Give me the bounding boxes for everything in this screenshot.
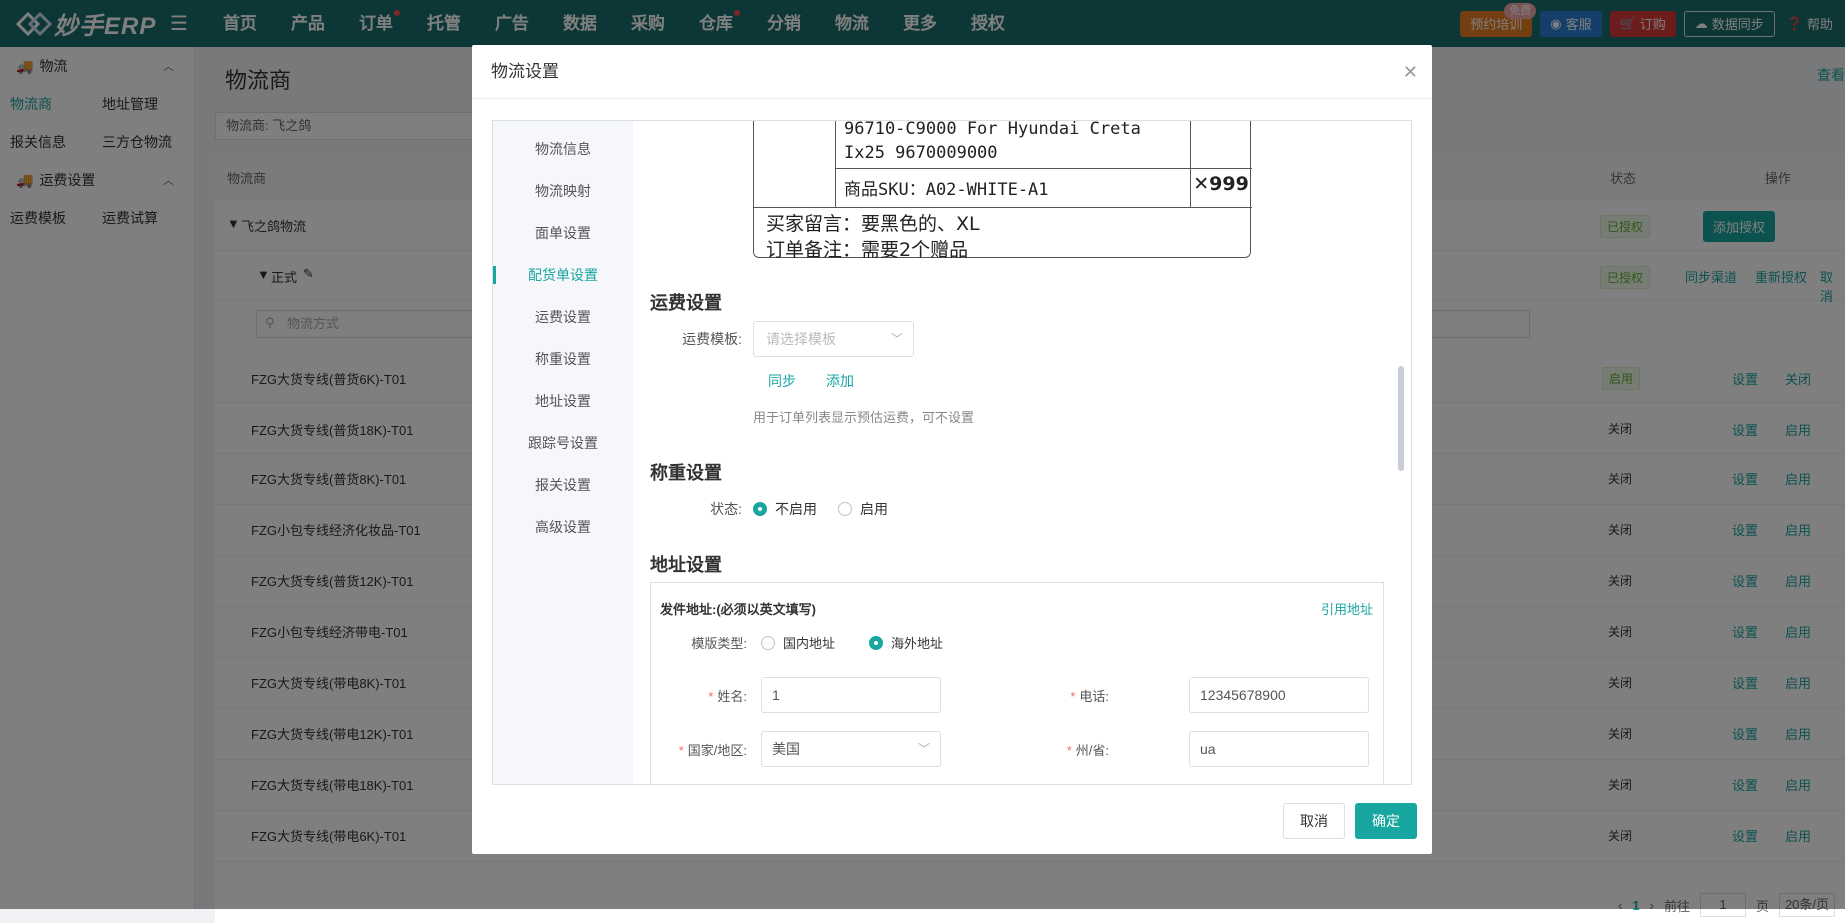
- tab-logistics-info[interactable]: 物流信息: [493, 128, 633, 170]
- tab-customs[interactable]: 报关设置: [493, 464, 633, 506]
- domestic-radio[interactable]: 国内地址: [761, 633, 835, 652]
- tab-picking-list[interactable]: 配货单设置: [493, 254, 633, 296]
- preview-title-line: Ix25 9670009000: [844, 143, 998, 163]
- tab-advanced[interactable]: 高级设置: [493, 506, 633, 548]
- weigh-off-radio[interactable]: 不启用: [753, 499, 817, 519]
- close-icon[interactable]: ✕: [1403, 45, 1418, 99]
- radio-label: 启用: [860, 501, 888, 517]
- chevron-down-icon: ﹀: [890, 332, 903, 346]
- preview-divider: [836, 168, 1252, 169]
- radio-unchecked-icon: [761, 635, 775, 650]
- address-section-title: 地址设置: [650, 555, 722, 575]
- weigh-section-title: 称重设置: [650, 463, 722, 483]
- chevron-down-icon: ﹀: [917, 742, 930, 756]
- freight-template-label: 运费模板:: [682, 331, 742, 347]
- name-input[interactable]: 1: [761, 677, 941, 713]
- country-select[interactable]: 美国 ﹀: [761, 731, 941, 767]
- tab-address[interactable]: 地址设置: [493, 380, 633, 422]
- tab-freight[interactable]: 运费设置: [493, 296, 633, 338]
- phone-input[interactable]: 12345678900: [1189, 677, 1369, 713]
- settings-content: 96710-C9000 For Hyundai Creta Ix25 96700…: [633, 120, 1411, 784]
- preview-image-cell: [754, 121, 836, 208]
- picking-list-preview: 96710-C9000 For Hyundai Creta Ix25 96700…: [753, 120, 1252, 261]
- confirm-button[interactable]: 确定: [1355, 803, 1417, 839]
- sender-address-box: 发件地址:(必须以英文填写) 引用地址 模版类型: 国内地址 海外地址 * 姓名:…: [650, 582, 1384, 784]
- template-type-label: 模版类型:: [691, 636, 747, 651]
- preview-qty: ✕999: [1193, 173, 1249, 195]
- radio-label: 国内地址: [783, 636, 836, 651]
- preview-title-line: 96710-C9000 For Hyundai Creta: [844, 120, 1141, 139]
- dialog-header: 物流设置 ✕: [472, 45, 1432, 99]
- freight-hint: 用于订单列表显示预估运费，可不设置: [753, 410, 975, 425]
- radio-label: 不启用: [775, 501, 817, 517]
- logistics-settings-dialog: 物流设置 ✕ 物流信息 物流映射 面单设置 配货单设置 运费设置 称重设置 地址…: [472, 45, 1432, 854]
- tab-weighing[interactable]: 称重设置: [493, 338, 633, 380]
- overseas-radio[interactable]: 海外地址: [869, 633, 943, 652]
- freight-sync-link[interactable]: 同步: [768, 371, 796, 391]
- dialog-title: 物流设置: [491, 62, 559, 81]
- state-label: * 州/省:: [1066, 743, 1109, 758]
- preview-product-title: 96710-C9000 For Hyundai Creta Ix25 96700…: [844, 120, 1141, 165]
- sender-address-label: 发件地址:(必须以英文填写): [660, 602, 816, 617]
- preview-notes: 买家留言：要黑色的、XL 订单备注：需要2个赠品: [766, 211, 980, 263]
- preview-sku: 商品SKU：A02-WHITE-A1: [844, 180, 1049, 200]
- dialog-body: 物流信息 物流映射 面单设置 配货单设置 运费设置 称重设置 地址设置 跟踪号设…: [492, 120, 1412, 785]
- tab-label-settings[interactable]: 面单设置: [493, 212, 633, 254]
- order-note: 订单备注：需要2个赠品: [766, 239, 969, 261]
- quote-address-link[interactable]: 引用地址: [1321, 599, 1373, 618]
- phone-label: * 电话:: [1070, 689, 1109, 704]
- weigh-on-radio[interactable]: 启用: [838, 499, 888, 519]
- settings-nav: 物流信息 物流映射 面单设置 配货单设置 运费设置 称重设置 地址设置 跟踪号设…: [493, 121, 633, 784]
- state-input[interactable]: ua: [1189, 731, 1369, 767]
- freight-add-link[interactable]: 添加: [826, 371, 854, 391]
- cancel-button[interactable]: 取消: [1283, 803, 1345, 839]
- dialog-footer: 取消 确定: [1283, 803, 1417, 839]
- radio-checked-icon: [869, 635, 883, 650]
- select-placeholder: 请选择模板: [766, 331, 836, 347]
- content-scrollbar[interactable]: [1398, 366, 1404, 471]
- name-label: * 姓名:: [708, 689, 747, 704]
- radio-label: 海外地址: [891, 636, 944, 651]
- tab-logistics-mapping[interactable]: 物流映射: [493, 170, 633, 212]
- country-label: * 国家/地区:: [678, 743, 747, 758]
- freight-template-select[interactable]: 请选择模板 ﹀: [753, 321, 914, 357]
- tab-tracking[interactable]: 跟踪号设置: [493, 422, 633, 464]
- radio-unchecked-icon: [838, 502, 852, 516]
- radio-checked-icon: [753, 502, 767, 516]
- weigh-status-label: 状态:: [710, 501, 742, 517]
- country-value: 美国: [772, 741, 800, 757]
- buyer-note: 买家留言：要黑色的、XL: [766, 213, 980, 235]
- freight-section-title: 运费设置: [650, 293, 722, 313]
